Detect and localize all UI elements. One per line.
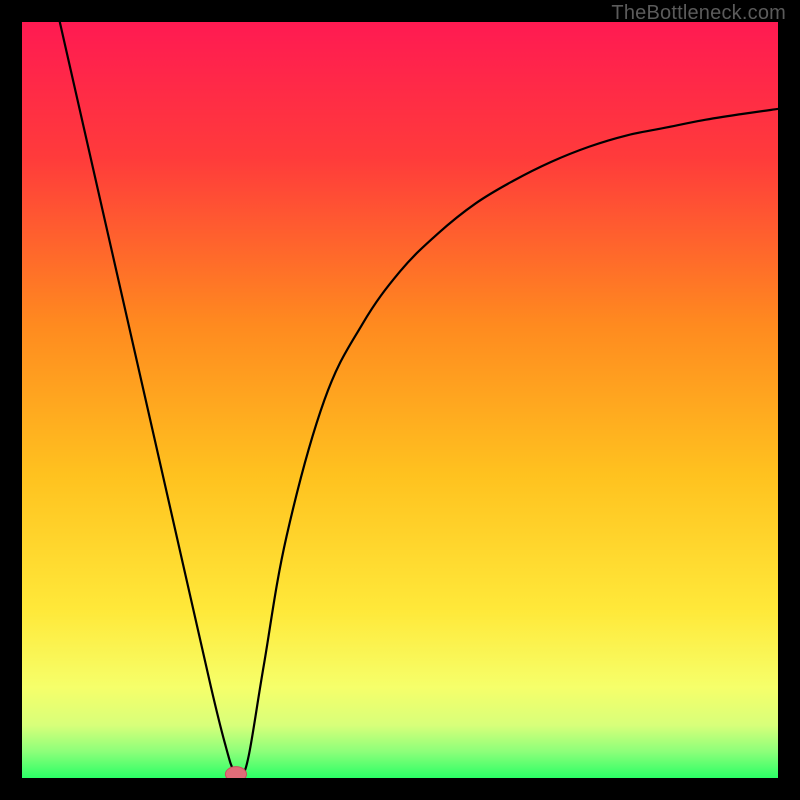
watermark-text: TheBottleneck.com: [611, 2, 786, 25]
chart-svg: [22, 22, 778, 778]
plot-area: [22, 22, 778, 778]
minimum-marker: [225, 767, 246, 778]
chart-frame: TheBottleneck.com: [0, 0, 800, 800]
gradient-background: [22, 22, 778, 778]
